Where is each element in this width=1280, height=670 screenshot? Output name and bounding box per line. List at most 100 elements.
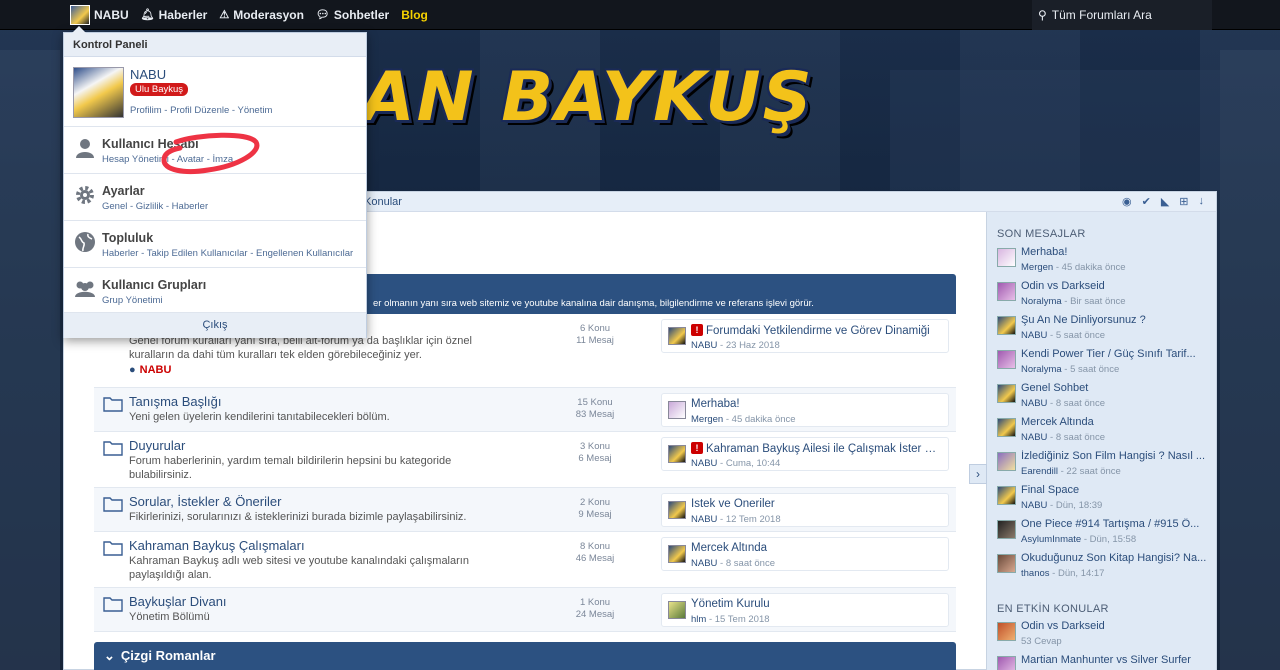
recent-post-user[interactable]: Mergen <box>1021 262 1053 273</box>
nav-blog[interactable]: Blog <box>395 0 434 30</box>
recent-post-user[interactable]: thanos <box>1021 568 1050 579</box>
node-last-post[interactable]: İstek ve Öneriler NABU - 12 Tem 2018 <box>661 493 949 527</box>
section-links[interactable]: Hesap Yönetimi - Avatar - İmza <box>102 154 233 165</box>
check-icon[interactable]: ✔ <box>1142 195 1151 208</box>
forum-node[interactable]: Baykuşlar Divanı Yönetim Bölümü 1 Konu 2… <box>94 588 956 632</box>
avatar[interactable] <box>997 248 1016 267</box>
recent-post-item[interactable]: Final Space NABU - Dün, 18:39 <box>997 484 1209 518</box>
last-post-avatar[interactable] <box>668 501 686 519</box>
last-post-user[interactable]: NABU <box>691 558 717 569</box>
active-topic-title[interactable]: Odin vs Darkseid <box>1021 620 1207 632</box>
last-post-avatar[interactable] <box>668 401 686 419</box>
recent-post-title[interactable]: Kendi Power Tier / Güç Sınıfı Tarif... <box>1021 348 1207 360</box>
last-post-title[interactable]: Yönetim Kurulu <box>691 598 943 610</box>
recent-post-user[interactable]: NABU <box>1021 398 1047 409</box>
breadcrumb-link[interactable]: Konular <box>364 196 402 208</box>
last-post-avatar[interactable] <box>668 445 686 463</box>
search-button[interactable]: ⚲ Tüm Forumları Ara <box>1032 0 1212 30</box>
recent-post-user[interactable]: NABU <box>1021 500 1047 511</box>
last-post-avatar[interactable] <box>668 545 686 563</box>
avatar[interactable] <box>997 656 1016 670</box>
recent-post-title[interactable]: Şu An Ne Dinliyorsunuz ? <box>1021 314 1207 326</box>
avatar[interactable] <box>997 486 1016 505</box>
avatar[interactable] <box>997 554 1016 573</box>
recent-post-title[interactable]: Final Space <box>1021 484 1207 496</box>
logout-button[interactable]: Çıkış <box>64 313 366 338</box>
last-post-title[interactable]: ! Forumdaki Yetkilendirme ve Görev Dinami… <box>691 324 943 337</box>
recent-post-user[interactable]: Noralyma <box>1021 364 1062 375</box>
profile-avatar[interactable] <box>73 67 124 118</box>
last-post-title[interactable]: ! Kahraman Baykuş Ailesi ile Çalışmak İst… <box>691 442 943 455</box>
rss-icon[interactable]: ◣ <box>1161 195 1169 208</box>
last-post-user[interactable]: Mergen <box>691 414 723 425</box>
last-post-user[interactable]: NABU <box>691 340 717 351</box>
recent-post-user[interactable]: NABU <box>1021 432 1047 443</box>
recent-post-item[interactable]: Okuduğunuz Son Kitap Hangisi? Na... than… <box>997 552 1209 586</box>
recent-post-title[interactable]: İzlediğiniz Son Film Hangisi ? Nasıl ... <box>1021 450 1207 462</box>
node-last-post[interactable]: Yönetim Kurulu hlm - 15 Tem 2018 <box>661 593 949 627</box>
forum-node[interactable]: Sorular, İstekler & Öneriler Fikirlerini… <box>94 488 956 532</box>
node-title[interactable]: Kahraman Baykuş Çalışmaları <box>129 538 305 553</box>
site-logo[interactable]: AN BAYKUŞ <box>362 58 814 137</box>
node-title[interactable]: Tanışma Başlığı <box>129 394 222 409</box>
avatar[interactable] <box>997 350 1016 369</box>
avatar[interactable] <box>997 316 1016 335</box>
recent-post-item[interactable]: İzlediğiniz Son Film Hangisi ? Nasıl ...… <box>997 450 1209 484</box>
recent-post-item[interactable]: Odin vs Darkseid Noralyma - Bir saat önc… <box>997 280 1209 314</box>
recent-post-user[interactable]: NABU <box>1021 330 1047 341</box>
forum-node[interactable]: Tanışma Başlığı Yeni gelen üyelerin kend… <box>94 388 956 432</box>
node-user[interactable]: ● NABU <box>129 364 171 376</box>
profile-name[interactable]: NABU <box>130 67 166 82</box>
last-post-avatar[interactable] <box>668 601 686 619</box>
section-links[interactable]: Haberler - Takip Edilen Kullanıcılar - E… <box>102 248 353 259</box>
avatar[interactable] <box>997 282 1016 301</box>
recent-post-title[interactable]: Merhaba! <box>1021 246 1207 258</box>
active-topic-item[interactable]: Martian Manhunter vs Silver Surfer <box>997 654 1209 670</box>
recent-post-user[interactable]: AsylumInmate <box>1021 534 1081 545</box>
recent-post-user[interactable]: Earendill <box>1021 466 1058 477</box>
recent-post-item[interactable]: Genel Sohbet NABU - 8 saat önce <box>997 382 1209 416</box>
last-post-user[interactable]: hlm <box>691 614 706 625</box>
recent-post-item[interactable]: Mercek Altında NABU - 8 saat önce <box>997 416 1209 450</box>
sidebar-toggle-button[interactable]: › <box>969 464 987 484</box>
section-links[interactable]: Genel - Gizlilik - Haberler <box>102 201 208 212</box>
avatar[interactable] <box>997 520 1016 539</box>
active-topic-title[interactable]: Martian Manhunter vs Silver Surfer <box>1021 654 1207 666</box>
eye-icon[interactable]: ◉ <box>1122 195 1132 208</box>
node-title[interactable]: Duyurular <box>129 438 185 453</box>
node-last-post[interactable]: Mercek Altında NABU - 8 saat önce <box>661 537 949 571</box>
recent-post-item[interactable]: Şu An Ne Dinliyorsunuz ? NABU - 5 saat ö… <box>997 314 1209 348</box>
section-links[interactable]: Grup Yönetimi <box>102 295 163 306</box>
last-post-user[interactable]: NABU <box>691 458 717 469</box>
avatar[interactable] <box>997 418 1016 437</box>
active-topic-item[interactable]: Odin vs Darkseid 53 Cevap <box>997 620 1209 654</box>
recent-post-title[interactable]: Mercek Altında <box>1021 416 1207 428</box>
node-last-post[interactable]: ! Kahraman Baykuş Ailesi ile Çalışmak İst… <box>661 437 949 471</box>
avatar[interactable] <box>997 452 1016 471</box>
node-last-post[interactable]: ! Forumdaki Yetkilendirme ve Görev Dinami… <box>661 319 949 353</box>
last-post-user[interactable]: NABU <box>691 514 717 525</box>
recent-post-title[interactable]: Genel Sohbet <box>1021 382 1207 394</box>
forum-node[interactable]: Kahraman Baykuş Çalışmaları Kahraman Bay… <box>94 532 956 588</box>
recent-post-title[interactable]: Okuduğunuz Son Kitap Hangisi? Na... <box>1021 552 1207 564</box>
nav-user[interactable]: NABU <box>0 0 135 30</box>
nav-news[interactable]: 🔔︎ Haberler <box>135 0 214 30</box>
last-post-avatar[interactable] <box>668 327 686 345</box>
forum-node[interactable]: Duyurular Forum haberlerinin, yardım tem… <box>94 432 956 488</box>
last-post-title[interactable]: İstek ve Öneriler <box>691 498 943 510</box>
last-post-title[interactable]: Mercek Altında <box>691 542 943 554</box>
recent-post-title[interactable]: One Piece #914 Tartışma / #915 Ö... <box>1021 518 1207 530</box>
sitemap-icon[interactable]: ⊞ <box>1179 195 1188 208</box>
avatar[interactable] <box>997 384 1016 403</box>
nav-moderation[interactable]: ⚠ Moderasyon <box>213 0 310 30</box>
node-title[interactable]: Baykuşlar Divanı <box>129 594 227 609</box>
recent-post-title[interactable]: Odin vs Darkseid <box>1021 280 1207 292</box>
last-post-title[interactable]: Merhaba! <box>691 398 943 410</box>
recent-post-user[interactable]: Noralyma <box>1021 296 1062 307</box>
recent-post-item[interactable]: Kendi Power Tier / Güç Sınıfı Tarif... N… <box>997 348 1209 382</box>
recent-post-item[interactable]: Merhaba! Mergen - 45 dakika önce <box>997 246 1209 280</box>
node-last-post[interactable]: Merhaba! Mergen - 45 dakika önce <box>661 393 949 427</box>
node-title[interactable]: Sorular, İstekler & Öneriler <box>129 494 281 509</box>
category-header-comics[interactable]: ⌄ Çizgi Romanlar <box>94 642 956 670</box>
profile-links[interactable]: Profilim - Profil Düzenle - Yönetim <box>130 105 272 116</box>
